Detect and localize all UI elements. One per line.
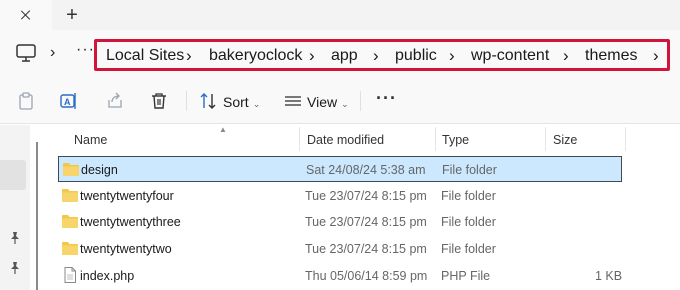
file-type: PHP File xyxy=(441,269,491,283)
file-size: 1 KB xyxy=(595,269,623,283)
pin-icon[interactable] xyxy=(8,231,22,245)
column-divider[interactable] xyxy=(545,127,546,151)
file-name: index.php xyxy=(80,269,135,283)
more-options-button[interactable]: ··· xyxy=(376,88,397,109)
sort-button[interactable]: Sort ⌄ xyxy=(223,94,260,110)
share-icon[interactable] xyxy=(106,92,124,110)
view-button[interactable]: View ⌄ xyxy=(307,94,349,110)
command-bar: A Sort ⌄ View ⌄ ··· xyxy=(0,78,680,124)
pin-icon[interactable] xyxy=(8,261,22,275)
sort-ascending-icon: ▲ xyxy=(219,125,227,134)
breadcrumb-overflow-button[interactable]: ··· xyxy=(76,41,95,59)
breadcrumb-local-sites[interactable]: Local Sites xyxy=(106,47,184,65)
file-name: design xyxy=(81,163,118,177)
column-header-size[interactable]: Size xyxy=(553,133,577,147)
navigation-pane xyxy=(0,125,30,290)
this-pc-icon[interactable] xyxy=(14,42,38,64)
file-date: Tue 23/07/24 8:15 pm xyxy=(305,215,427,229)
sort-label: Sort xyxy=(223,94,249,110)
file-type: File folder xyxy=(442,163,497,177)
column-divider[interactable] xyxy=(435,127,436,151)
file-name: twentytwentyfour xyxy=(80,189,174,203)
chevron-down-icon: ⌄ xyxy=(341,99,349,109)
column-header-type[interactable]: Type xyxy=(442,133,469,147)
paste-icon[interactable] xyxy=(17,92,35,110)
file-date: Tue 23/07/24 8:15 pm xyxy=(305,242,427,256)
file-type: File folder xyxy=(441,215,496,229)
breadcrumb-separator[interactable]: › xyxy=(186,46,192,66)
column-header-date-modified[interactable]: Date modified xyxy=(307,133,384,147)
breadcrumb-separator[interactable]: › xyxy=(373,46,379,66)
breadcrumb-wp-content[interactable]: wp-content xyxy=(471,47,549,65)
sort-icon xyxy=(200,93,216,109)
php-file-icon xyxy=(64,267,76,283)
list-item[interactable]: twentytwentyfour Tue 23/07/24 8:15 pm Fi… xyxy=(58,183,622,209)
close-tab-icon[interactable] xyxy=(21,10,31,20)
address-row: › ··· Local Sites › bakeryoclock › app ›… xyxy=(0,30,680,78)
breadcrumb-separator[interactable]: › xyxy=(309,46,315,66)
column-header-name[interactable]: Name xyxy=(74,133,107,147)
nav-item-selected[interactable] xyxy=(0,160,26,190)
column-divider[interactable] xyxy=(299,127,300,151)
file-date: Tue 23/07/24 8:15 pm xyxy=(305,189,427,203)
breadcrumb-bakeryoclock[interactable]: bakeryoclock xyxy=(209,47,302,65)
column-divider[interactable] xyxy=(625,127,626,151)
address-chevron[interactable]: › xyxy=(50,44,55,62)
column-header-row: ▲ Name Date modified Type Size xyxy=(40,125,680,153)
breadcrumb: Local Sites › bakeryoclock › app › publi… xyxy=(94,39,670,71)
list-item[interactable]: index.php Thu 05/06/14 8:59 pm PHP File … xyxy=(58,263,622,289)
delete-icon[interactable] xyxy=(150,92,168,110)
file-name: twentytwentytwo xyxy=(80,242,172,256)
folder-icon xyxy=(62,242,78,255)
tab-strip: + xyxy=(0,0,680,30)
toolbar-divider xyxy=(186,91,187,111)
list-item[interactable]: twentytwentytwo Tue 23/07/24 8:15 pm Fil… xyxy=(58,236,622,262)
breadcrumb-themes[interactable]: themes xyxy=(585,47,637,65)
new-tab-button[interactable]: + xyxy=(60,3,84,27)
svg-text:A: A xyxy=(64,97,71,107)
folder-icon xyxy=(62,215,78,228)
file-type: File folder xyxy=(441,189,496,203)
list-item[interactable]: twentytwentythree Tue 23/07/24 8:15 pm F… xyxy=(58,209,622,235)
file-name: twentytwentythree xyxy=(80,215,181,229)
chevron-down-icon: ⌄ xyxy=(252,99,261,109)
list-item[interactable]: design Sat 24/08/24 5:38 am File folder xyxy=(58,156,622,182)
breadcrumb-separator[interactable]: › xyxy=(563,46,569,66)
breadcrumb-separator[interactable]: › xyxy=(653,46,659,66)
folder-icon xyxy=(63,163,79,176)
active-tab[interactable] xyxy=(0,0,52,30)
file-date: Sat 24/08/24 5:38 am xyxy=(306,163,426,177)
file-type: File folder xyxy=(441,242,496,256)
breadcrumb-separator[interactable]: › xyxy=(449,46,455,66)
toolbar-divider xyxy=(360,91,361,111)
breadcrumb-public[interactable]: public xyxy=(395,47,437,65)
folder-icon xyxy=(62,189,78,202)
breadcrumb-app[interactable]: app xyxy=(331,47,358,65)
view-label: View xyxy=(307,94,338,110)
rename-icon[interactable]: A xyxy=(60,92,78,110)
view-icon xyxy=(285,96,301,106)
vertical-scrollbar[interactable] xyxy=(36,142,38,290)
file-date: Thu 05/06/14 8:59 pm xyxy=(305,269,428,283)
